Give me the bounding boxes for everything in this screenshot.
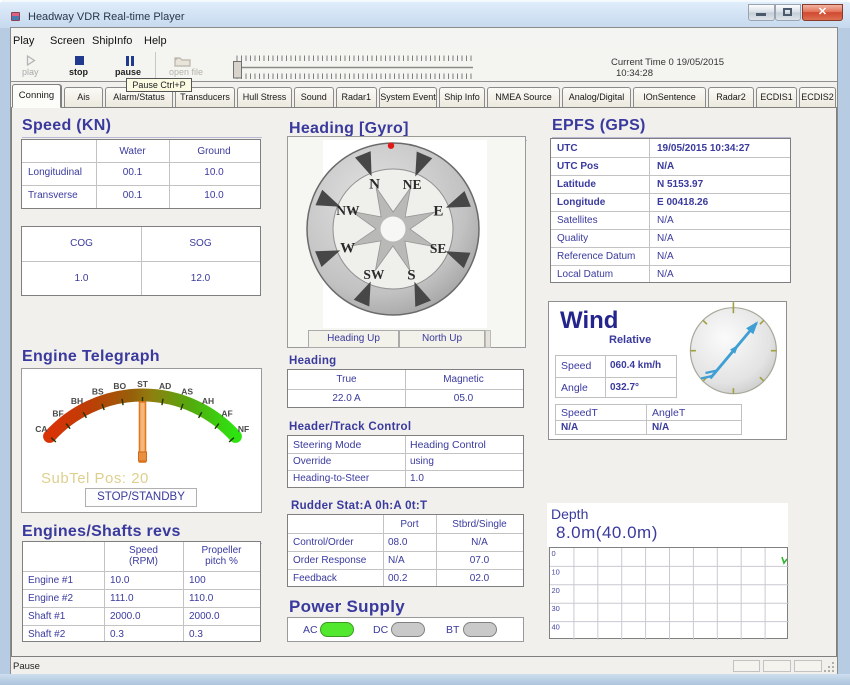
svg-text:W: W	[340, 240, 355, 256]
svg-text:40: 40	[552, 623, 560, 632]
svg-text:ST: ST	[137, 379, 149, 389]
svg-text:BF: BF	[52, 408, 63, 418]
svg-text:0: 0	[552, 549, 556, 558]
svg-text:SE: SE	[430, 241, 447, 256]
svg-text:N: N	[369, 177, 380, 193]
svg-text:30: 30	[552, 604, 560, 613]
svg-text:BO: BO	[113, 381, 126, 391]
svg-text:AF: AF	[221, 408, 232, 418]
svg-text:AD: AD	[159, 381, 171, 391]
svg-text:NF: NF	[238, 424, 249, 434]
svg-text:E: E	[433, 204, 443, 220]
svg-text:AS: AS	[181, 387, 193, 397]
svg-text:NE: NE	[403, 177, 422, 192]
svg-text:BS: BS	[92, 387, 104, 397]
svg-text:NW: NW	[336, 203, 360, 218]
svg-text:SW: SW	[363, 267, 385, 282]
svg-text:BH: BH	[71, 396, 83, 406]
svg-text:20: 20	[552, 586, 560, 595]
svg-text:S: S	[407, 267, 415, 283]
svg-text:AH: AH	[202, 396, 214, 406]
svg-text:CA: CA	[35, 424, 47, 434]
svg-text:10: 10	[552, 567, 560, 576]
